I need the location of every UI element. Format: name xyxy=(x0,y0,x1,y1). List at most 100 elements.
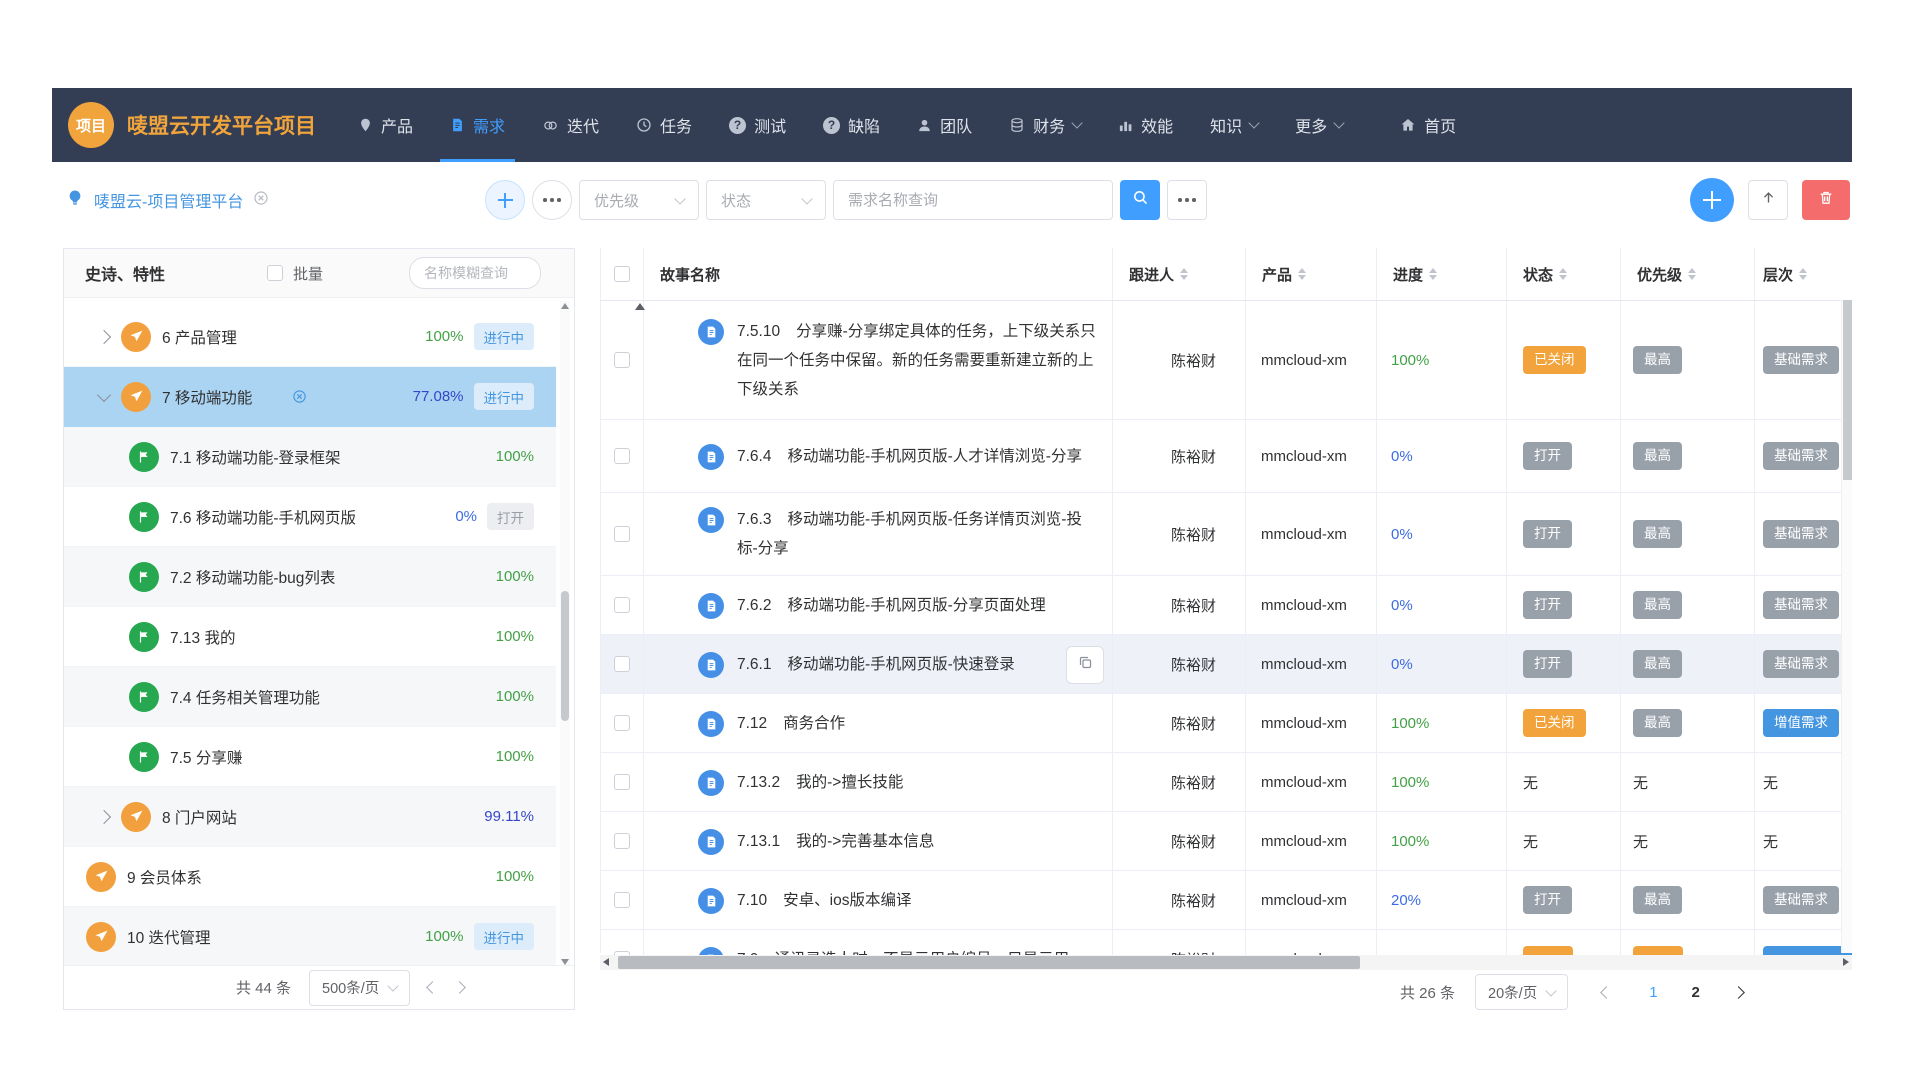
next-page-button[interactable] xyxy=(1732,986,1745,999)
nav-item-team[interactable]: 团队 xyxy=(917,88,972,162)
scroll-left-icon[interactable] xyxy=(603,958,609,966)
scrollbar-thumb[interactable] xyxy=(1843,300,1852,480)
nav-item-knowledge[interactable]: 知识 xyxy=(1210,88,1258,162)
table-row[interactable]: 7.6.3移动端功能-手机网页版-任务详情页浏览-投标-分享 陈裕财 mmclo… xyxy=(601,493,1852,576)
scrollbar-thumb[interactable] xyxy=(561,591,569,721)
table-vertical-scrollbar[interactable] xyxy=(1841,300,1852,953)
tree-item-feature-7-1[interactable]: 7.1 移动端功能-登录框架 100% xyxy=(64,427,556,487)
collapse-icon[interactable] xyxy=(97,387,111,401)
row-checkbox[interactable] xyxy=(614,892,630,908)
expand-icon[interactable] xyxy=(97,329,111,343)
priority-select[interactable]: 优先级 xyxy=(579,180,699,220)
table-row[interactable]: 7.6.2移动端功能-手机网页版-分享页面处理 陈裕财 mmcloud-xm 0… xyxy=(601,576,1852,635)
page-size-select[interactable]: 20条/页 xyxy=(1475,974,1568,1010)
scroll-up-icon[interactable] xyxy=(561,303,569,309)
row-checkbox[interactable] xyxy=(614,448,630,464)
table-row[interactable]: 7.6.1移动端功能-手机网页版-快速登录 陈裕财 mmcloud-xm 0% … xyxy=(601,635,1852,694)
tree-item-feature-7-4[interactable]: 7.4 任务相关管理功能 100% xyxy=(64,667,556,727)
table-row[interactable]: 7.12商务合作 陈裕财 mmcloud-xm 100% 已关闭 最高 增值需求 xyxy=(601,694,1852,753)
copy-story-button[interactable] xyxy=(1066,646,1104,684)
tree-item-label: 7.4 任务相关管理功能 xyxy=(170,686,320,708)
next-page-button[interactable] xyxy=(453,981,466,994)
tree-scrollbar[interactable] xyxy=(560,301,570,967)
scroll-right-icon[interactable] xyxy=(1843,958,1849,966)
nav-item-finance[interactable]: 财务 xyxy=(1009,88,1081,162)
nav-item-more[interactable]: 更多 xyxy=(1295,88,1343,162)
column-header-owner[interactable]: 跟进人 xyxy=(1113,248,1246,300)
add-filter-button[interactable] xyxy=(485,180,525,220)
story-search-input[interactable] xyxy=(833,180,1113,220)
column-header-priority[interactable]: 优先级 xyxy=(1621,248,1755,300)
row-checkbox[interactable] xyxy=(614,833,630,849)
scrollbar-thumb[interactable] xyxy=(618,956,1360,969)
delete-button[interactable] xyxy=(1802,180,1850,220)
tree-item-epic-9[interactable]: 9 会员体系 100% xyxy=(64,847,556,907)
table-row[interactable]: 7.13.1我的->完善基本信息 陈裕财 mmcloud-xm 100% 无 无… xyxy=(601,812,1852,871)
more-filters-button[interactable] xyxy=(532,180,572,220)
nav-item-task[interactable]: 任务 xyxy=(636,88,692,162)
nav-item-performance[interactable]: 效能 xyxy=(1118,88,1173,162)
nav-item-test[interactable]: ? 测试 xyxy=(729,88,786,162)
table-row[interactable]: 7.13.2我的->擅长技能 陈裕财 mmcloud-xm 100% 无 无 无 xyxy=(601,753,1852,812)
search-button[interactable] xyxy=(1120,180,1160,220)
row-checkbox[interactable] xyxy=(614,526,630,542)
nav-item-iteration[interactable]: 迭代 xyxy=(542,88,599,162)
sort-icons[interactable] xyxy=(1688,268,1696,280)
story-icon xyxy=(698,507,724,533)
row-checkbox[interactable] xyxy=(614,656,630,672)
row-checkbox[interactable] xyxy=(614,715,630,731)
owner-name: 陈裕财 xyxy=(1171,595,1216,616)
sort-icons[interactable] xyxy=(1298,268,1306,280)
prev-page-button[interactable] xyxy=(426,981,439,994)
sort-icons[interactable] xyxy=(1799,268,1807,280)
tree-item-feature-7-6[interactable]: 7.6 移动端功能-手机网页版 0%打开 xyxy=(64,487,556,547)
page-number-2[interactable]: 2 xyxy=(1692,984,1700,1001)
tree-item-feature-7-13[interactable]: 7.13 我的 100% xyxy=(64,607,556,667)
table-row[interactable]: 7.6.4移动端功能-手机网页版-人才详情浏览-分享 陈裕财 mmcloud-x… xyxy=(601,420,1852,493)
create-story-button[interactable] xyxy=(1690,178,1734,222)
tree-item-feature-7-5[interactable]: 7.5 分享赚 100% xyxy=(64,727,556,787)
tree-item-epic-7[interactable]: 7 移动端功能 77.08%进行中 xyxy=(64,367,556,427)
upload-button[interactable] xyxy=(1748,180,1788,220)
table-row[interactable]: 7.10安卓、ios版本编译 陈裕财 mmcloud-xm 20% 打开 最高 … xyxy=(601,871,1852,930)
page-size-select[interactable]: 500条/页 xyxy=(309,970,410,1006)
tree-item-epic-6[interactable]: 6 产品管理 100%进行中 xyxy=(64,307,556,367)
priority-badge: 最高 xyxy=(1633,346,1682,374)
expand-icon[interactable] xyxy=(97,809,111,823)
header-checkbox[interactable] xyxy=(614,266,630,282)
nav-label: 需求 xyxy=(473,113,505,137)
nav-label: 知识 xyxy=(1210,113,1242,137)
link-icon xyxy=(542,118,559,133)
tree-item-epic-10[interactable]: 10 迭代管理 100%进行中 xyxy=(64,907,556,967)
prev-page-button[interactable] xyxy=(1600,986,1613,999)
row-checkbox[interactable] xyxy=(614,597,630,613)
column-header-progress[interactable]: 进度 xyxy=(1377,248,1507,300)
product-name: mmcloud-xm xyxy=(1246,493,1377,575)
column-header-status[interactable]: 状态 xyxy=(1507,248,1621,300)
table-horizontal-scrollbar[interactable] xyxy=(600,955,1852,970)
remove-filter-icon[interactable] xyxy=(292,389,307,404)
more-actions-button[interactable] xyxy=(1167,180,1207,220)
sort-icons[interactable] xyxy=(1559,268,1567,280)
nav-item-requirements[interactable]: 需求 xyxy=(450,88,505,162)
row-checkbox[interactable] xyxy=(614,352,630,368)
row-checkbox[interactable] xyxy=(614,774,630,790)
sort-icons[interactable] xyxy=(1429,268,1437,280)
nav-item-product[interactable]: 产品 xyxy=(358,88,413,162)
sort-icons[interactable] xyxy=(1180,268,1188,280)
column-header-layer[interactable]: 层次 xyxy=(1755,248,1853,300)
feature-flag-icon xyxy=(129,742,159,772)
name-search-input[interactable] xyxy=(409,257,541,289)
tree-item-epic-8[interactable]: 8 门户网站 99.11% xyxy=(64,787,556,847)
column-header-product[interactable]: 产品 xyxy=(1246,248,1377,300)
page-number-1[interactable]: 1 xyxy=(1649,984,1657,1001)
tree-item-feature-7-2[interactable]: 7.2 移动端功能-bug列表 100% xyxy=(64,547,556,607)
project-breadcrumb[interactable]: 唛盟云-项目管理平台 xyxy=(66,175,269,225)
table-row[interactable]: 7.5.10分享赚-分享绑定具体的任务，上下级关系只在同一个任务中保留。新的任务… xyxy=(601,301,1852,420)
clear-project-icon[interactable] xyxy=(253,190,269,211)
nav-item-home[interactable]: 首页 xyxy=(1400,88,1456,162)
status-select[interactable]: 状态 xyxy=(706,180,826,220)
batch-checkbox[interactable] xyxy=(267,265,283,281)
nav-item-defect[interactable]: ? 缺陷 xyxy=(823,88,880,162)
priority-badge: 最高 xyxy=(1633,886,1682,914)
